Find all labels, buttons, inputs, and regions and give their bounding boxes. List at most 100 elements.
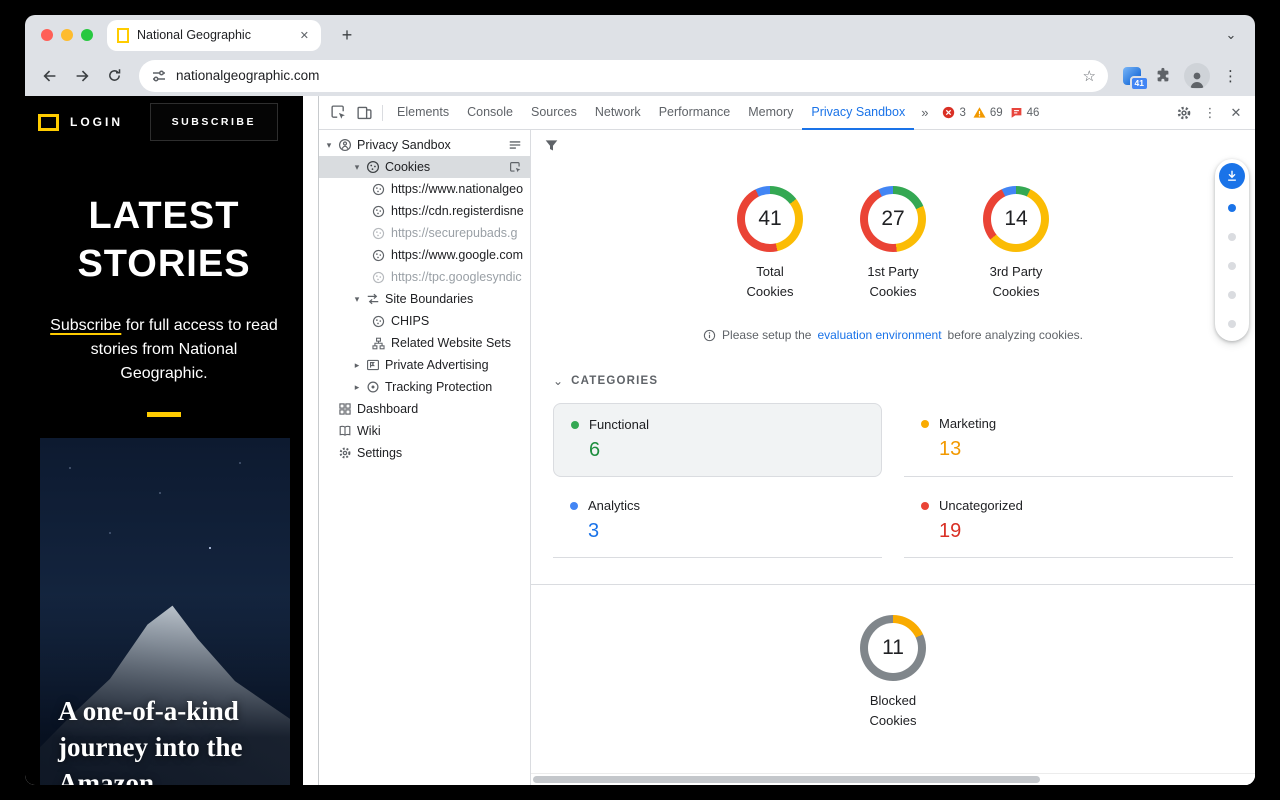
tree-item-settings[interactable]: Settings (319, 442, 530, 464)
blocked-cookies-section: 11 Blocked Cookies (531, 615, 1255, 731)
cookie-icon (370, 181, 387, 197)
natgeo-page: LOGIN SUBSCRIBE LATEST STORIES Subscribe… (25, 96, 303, 785)
tree-item-cookie-origin[interactable]: https://www.nationalgeo (319, 178, 530, 200)
tab-search-button[interactable]: ⌄ (1219, 23, 1243, 47)
profile-avatar[interactable] (1184, 63, 1210, 89)
devtools-menu-button[interactable]: ⋮ (1197, 100, 1223, 126)
caret-down-icon[interactable]: ▾ (350, 162, 364, 173)
new-tab-button[interactable]: + (335, 23, 359, 47)
floating-nav-card (1215, 159, 1249, 341)
console-errors-badge[interactable]: 3 (942, 106, 965, 119)
donut-label-line2: Cookies (870, 711, 917, 731)
category-name: Uncategorized (939, 498, 1023, 513)
categories-header[interactable]: ⌄ CATEGORIES (553, 374, 1233, 388)
section-dot[interactable] (1228, 320, 1236, 328)
issues-icon (1010, 106, 1023, 119)
scrollbar-thumb[interactable] (533, 776, 1040, 783)
tab-performance[interactable]: Performance (650, 96, 740, 130)
section-dot[interactable] (1228, 262, 1236, 270)
cookie-extension-button[interactable]: 41 (1118, 62, 1146, 90)
console-warnings-badge[interactable]: 69 (973, 106, 1003, 119)
tree-item-chips[interactable]: CHIPS (319, 310, 530, 332)
headline-line-1: LATEST (25, 192, 303, 240)
tree-item-label: https://cdn.registerdisne (391, 204, 524, 218)
caret-right-icon[interactable]: ▸ (350, 382, 364, 393)
donut-ring: 11 (860, 615, 926, 681)
browser-tab[interactable]: National Geographic ✕ (107, 20, 321, 51)
tree-root-privacy-sandbox[interactable]: ▾ Privacy Sandbox (319, 134, 530, 156)
tree-item-related-website-sets[interactable]: Related Website Sets (319, 332, 530, 354)
more-tabs-button[interactable]: » (914, 105, 935, 120)
category-dot (570, 502, 578, 510)
category-uncategorized[interactable]: Uncategorized 19 (904, 485, 1233, 558)
filter-button[interactable] (544, 138, 559, 158)
donut-ring: 14 (983, 186, 1049, 252)
category-marketing[interactable]: Marketing 13 (904, 403, 1233, 477)
category-functional[interactable]: Functional 6 (553, 403, 882, 477)
minimize-window-button[interactable] (61, 29, 73, 41)
tab-memory[interactable]: Memory (739, 96, 802, 130)
device-toolbar-button[interactable] (351, 100, 377, 126)
tab-close-icon[interactable]: ✕ (298, 27, 311, 44)
tree-item-cookies[interactable]: ▾ Cookies (319, 156, 530, 178)
story-photo[interactable]: A one-of-a-kind journey into the Amazon (40, 438, 290, 785)
reload-button[interactable] (99, 61, 129, 91)
caret-down-icon[interactable]: ▾ (322, 140, 336, 151)
category-analytics[interactable]: Analytics 3 (553, 485, 882, 558)
category-dot (921, 420, 929, 428)
toolbar-separator (382, 105, 383, 121)
donut-value: 14 (1004, 207, 1027, 231)
tree-item-tracking-protection[interactable]: ▸ Tracking Protection (319, 376, 530, 398)
tab-sources[interactable]: Sources (522, 96, 586, 130)
section-dot[interactable] (1228, 233, 1236, 241)
tree-item-cookie-origin[interactable]: https://tpc.googlesyndic (319, 266, 530, 288)
caret-right-icon[interactable]: ▸ (350, 360, 364, 371)
donut-ring: 41 (737, 186, 803, 252)
caret-down-icon[interactable]: ▾ (350, 294, 364, 305)
evaluation-environment-link[interactable]: evaluation environment (817, 328, 941, 342)
site-settings-icon[interactable] (151, 68, 167, 84)
tree-item-dashboard[interactable]: Dashboard (319, 398, 530, 420)
devtools-settings-button[interactable] (1171, 100, 1197, 126)
info-icon (703, 329, 716, 342)
category-dot (571, 421, 579, 429)
chevron-down-icon[interactable]: ⌄ (553, 374, 563, 388)
category-name: Analytics (588, 498, 640, 513)
download-icon (1225, 169, 1239, 183)
omnibox[interactable]: nationalgeographic.com ☆ (139, 60, 1108, 92)
login-link[interactable]: LOGIN (70, 115, 123, 129)
zoom-window-button[interactable] (81, 29, 93, 41)
bookmark-star-icon[interactable]: ☆ (1083, 67, 1096, 85)
tree-item-private-advertising[interactable]: ▸ Private Advertising (319, 354, 530, 376)
gear-icon (336, 445, 353, 461)
devtools-close-button[interactable]: ✕ (1223, 100, 1249, 126)
extensions-button[interactable] (1148, 61, 1178, 91)
category-count: 3 (588, 520, 865, 543)
section-dot[interactable] (1228, 291, 1236, 299)
tree-item-cookie-origin[interactable]: https://www.google.com (319, 244, 530, 266)
back-button[interactable] (35, 61, 65, 91)
natgeo-logo-icon[interactable] (38, 114, 59, 131)
inspect-cursor-icon (330, 104, 347, 121)
tab-elements[interactable]: Elements (388, 96, 458, 130)
issues-badge[interactable]: 46 (1010, 106, 1040, 119)
donut-value: 41 (758, 207, 781, 231)
forward-button[interactable] (67, 61, 97, 91)
horizontal-scrollbar[interactable] (531, 773, 1255, 785)
tab-console[interactable]: Console (458, 96, 522, 130)
tree-item-cookie-origin[interactable]: https://cdn.registerdisne (319, 200, 530, 222)
tree-item-wiki[interactable]: Wiki (319, 420, 530, 442)
page-scroll-gutter[interactable] (303, 96, 318, 785)
download-report-button[interactable] (1219, 163, 1245, 189)
inspect-element-button[interactable] (325, 100, 351, 126)
tree-item-cookie-origin[interactable]: https://securepubads.g (319, 222, 530, 244)
sidebar-menu-icon[interactable] (508, 138, 522, 152)
tab-network[interactable]: Network (586, 96, 650, 130)
close-window-button[interactable] (41, 29, 53, 41)
browser-menu-button[interactable]: ⋮ (1216, 67, 1245, 85)
subscribe-button[interactable]: SUBSCRIBE (150, 103, 278, 141)
subscribe-link[interactable]: Subscribe (50, 317, 121, 334)
section-dot[interactable] (1228, 204, 1236, 212)
tab-privacy-sandbox[interactable]: Privacy Sandbox (802, 96, 914, 130)
tree-item-site-boundaries[interactable]: ▾ Site Boundaries (319, 288, 530, 310)
